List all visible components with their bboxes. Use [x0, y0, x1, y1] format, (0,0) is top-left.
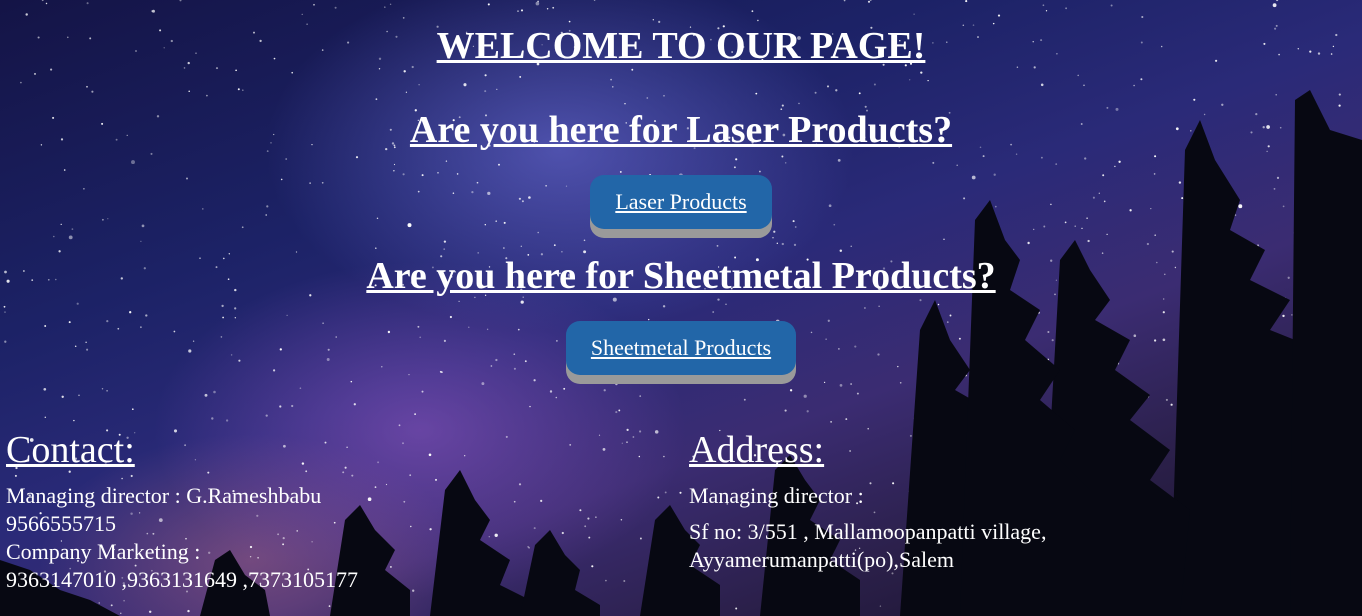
laser-products-button[interactable]: Laser Products: [590, 175, 772, 229]
sheetmetal-products-button[interactable]: Sheetmetal Products: [565, 321, 797, 375]
contact-line: 9566555715: [6, 511, 116, 536]
sheetmetal-question-heading: Are you here for Sheetmetal Products?: [366, 255, 996, 297]
address-details: Managing director : Sf no: 3/551 , Malla…: [689, 482, 1046, 574]
address-line: Sf no: 3/551 , Mallamoopanpatti village,: [689, 519, 1047, 544]
contact-section: Contact: Managing director : G.Rameshbab…: [6, 426, 358, 594]
address-section: Address: Managing director : Sf no: 3/55…: [689, 426, 1046, 574]
laser-button-wrapper: Laser Products: [0, 175, 1362, 229]
contact-line: Managing director : G.Rameshbabu: [6, 483, 322, 508]
page-content: WELCOME TO OUR PAGE! Are you here for La…: [0, 0, 1362, 616]
address-heading: Address:: [689, 429, 825, 471]
laser-question-heading: Are you here for Laser Products?: [409, 109, 953, 151]
address-line: Ayyamerumanpatti(po),Salem: [689, 547, 954, 572]
page-title: WELCOME TO OUR PAGE!: [436, 25, 926, 67]
contact-line: Company Marketing :: [6, 539, 201, 564]
address-line: Managing director :: [689, 483, 864, 508]
contact-details: Managing director : G.Rameshbabu 9566555…: [6, 482, 358, 594]
sheetmetal-button-wrapper: Sheetmetal Products: [0, 321, 1362, 375]
contact-heading: Contact:: [6, 429, 135, 471]
contact-line: 9363147010 ,9363131649 ,7373105177: [6, 567, 358, 592]
